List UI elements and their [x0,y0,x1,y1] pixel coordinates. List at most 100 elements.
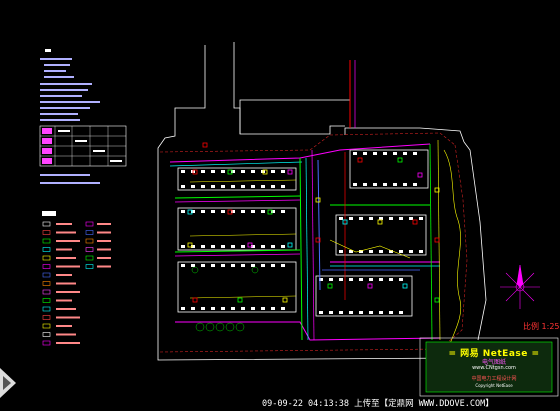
legend-swatch [42,255,51,261]
equipment-symbol [237,297,243,303]
building-unit [409,250,413,253]
building-unit [221,264,225,267]
building-unit [181,264,185,267]
equipment-symbol [402,283,408,289]
legend-swatch [42,238,51,244]
legend-label [56,291,80,293]
play-arrow-icon[interactable] [0,368,16,398]
building-unit [399,278,403,281]
legend-label [97,240,111,242]
building-unit [261,210,265,213]
legend-swatch [42,221,51,227]
legend-label [56,299,72,302]
building-unit [201,185,205,188]
legend-swatch [42,332,51,337]
building-unit [363,183,367,186]
buildings [177,149,429,317]
building-unit [393,152,397,155]
legend-swatch [42,264,51,269]
building-unit [339,311,343,314]
legend-label [56,282,76,285]
legend-label [56,333,76,336]
building-unit [241,210,245,213]
building-unit [369,311,373,314]
legend-label [97,248,111,251]
legend-swatch [42,230,51,235]
building-unit [383,152,387,155]
legend-label [97,223,111,225]
legend-label [56,223,72,225]
compass-rose-icon [500,264,540,309]
landscape-path [443,149,462,351]
building-unit [231,307,235,310]
legend-label [97,231,111,234]
legend-label [56,308,76,310]
building-unit [353,152,357,155]
equipment-symbol [202,142,208,148]
building-unit [261,264,265,267]
legend-label [56,316,80,319]
legend-swatch [42,247,51,252]
building-unit [241,185,245,188]
legend-label [56,240,80,242]
building-unit [181,210,185,213]
building-unit [383,183,387,186]
legend-swatch [42,323,51,329]
legend-swatch [42,298,51,303]
legend-swatch [85,238,94,244]
building-outline [315,275,413,317]
legend-label [56,231,76,234]
building-unit [271,245,275,248]
building-unit [409,217,413,220]
building-unit [369,217,373,220]
building-unit [281,245,285,248]
legend-swatch [42,306,51,312]
building-unit [399,250,403,253]
legend-label [56,257,76,259]
legend-swatch [42,272,51,278]
building-unit [211,185,215,188]
building-unit [369,278,373,281]
building-unit [261,307,265,310]
building-outline [349,149,429,189]
building-unit [221,185,225,188]
legend-swatch [85,230,94,235]
building-unit [369,250,373,253]
legend-swatch [42,340,51,346]
equipment-symbol [397,157,403,163]
building-unit [211,210,215,213]
building-unit [241,170,245,173]
building-unit [181,185,185,188]
building-unit [349,217,353,220]
equipment-symbol [434,297,440,303]
cable-network [169,60,441,341]
building-unit [281,185,285,188]
building-unit [389,311,393,314]
building-unit [241,264,245,267]
building-unit [251,264,255,267]
equipment-symbol [315,197,321,203]
building-outline [177,167,297,191]
building-unit [201,245,205,248]
title-block-url[interactable]: www.CNtgsn.com [428,365,560,371]
legend-swatch [85,247,94,252]
legend-label [97,265,111,268]
building-unit [221,170,225,173]
building-unit [349,278,353,281]
building-unit [271,264,275,267]
equipment-symbol [434,237,440,243]
building-outline [177,261,297,313]
equipment-symbol [417,172,423,178]
equipment-symbol [377,219,383,225]
equipment-symbol [192,297,198,303]
building-unit [379,250,383,253]
upload-footer: 09-09-22 04:13:38 上传至【定鼎网 WWW.DDOVE.COM】 [262,399,494,409]
equipment-symbol [282,297,288,303]
building-unit [353,183,357,186]
scale-label: 比例 1:250 [523,322,560,331]
building-unit [261,245,265,248]
equipment-symbol [412,219,418,225]
building-unit [211,170,215,173]
legend-label [56,265,80,268]
building-unit [393,183,397,186]
